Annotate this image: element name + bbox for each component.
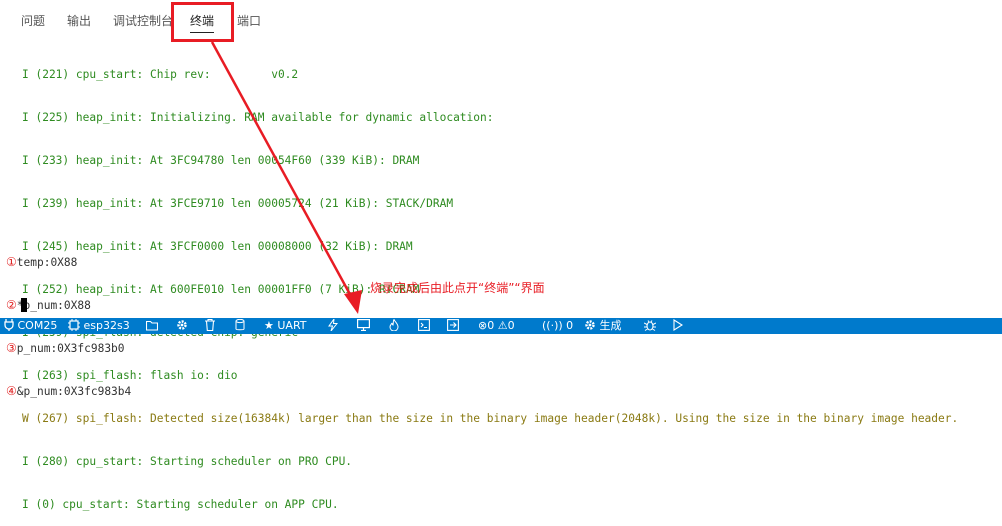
warning-icon: ⚠ — [497, 319, 508, 332]
annotation-marker: ③ — [6, 341, 17, 355]
port-selector[interactable]: COM25 — [4, 318, 57, 334]
output-text: p_num:0X3fc983b0 — [16, 342, 125, 355]
remote-indicator[interactable]: ((·)) 0 — [542, 318, 573, 334]
export-icon — [447, 319, 459, 331]
database-button[interactable] — [235, 318, 245, 334]
annotation-marker: ④ — [6, 384, 17, 398]
clean-button[interactable] — [205, 318, 215, 334]
remote-count: 0 — [566, 319, 574, 332]
output-line: ④&p_num:0X3fc983b4 — [6, 383, 131, 400]
output-line: ③p_num:0X3fc983b0 — [6, 340, 131, 357]
broadcast-icon: ((·)) — [542, 319, 563, 332]
database-icon — [235, 318, 245, 331]
bug-icon — [643, 320, 657, 331]
target-selector[interactable]: esp32s3 — [68, 318, 130, 334]
log-line: I (280) cpu_start: Starting scheduler on… — [22, 455, 353, 468]
flash-button[interactable] — [328, 317, 339, 334]
uart-label: UART — [277, 319, 307, 332]
terminal-button[interactable] — [418, 318, 430, 334]
lightning-icon — [328, 317, 339, 332]
folder-icon — [145, 320, 159, 331]
gear-icon — [177, 320, 187, 330]
problems-indicator[interactable]: ⊗0 ⚠0 — [478, 318, 515, 334]
monitor-icon — [357, 319, 371, 332]
chip-icon — [68, 319, 80, 331]
error-icon: ⊗ — [478, 319, 488, 332]
gear-icon — [585, 320, 595, 330]
trash-icon — [205, 318, 215, 332]
flash-method-selector[interactable]: ★ UART — [264, 318, 307, 334]
status-bar: COM25 esp32s3 ★ UART ⊗0 ⚠0 ((·)) 0 生成 — [0, 317, 1002, 334]
target-label: esp32s3 — [83, 319, 130, 332]
port-label: COM25 — [17, 319, 58, 332]
monitor-button[interactable] — [357, 318, 371, 334]
annotation-text: 烧录完成后由此点开“终端”“界面 — [370, 281, 545, 295]
run-button[interactable] — [673, 318, 684, 334]
folder-button[interactable] — [145, 318, 159, 334]
log-line: I (263) spi_flash: flash io: dio — [22, 369, 238, 382]
error-count: 0 — [487, 319, 495, 332]
warning-count: 0 — [507, 319, 515, 332]
star-icon: ★ — [264, 319, 274, 332]
terminal-icon — [418, 319, 430, 331]
debug-button[interactable] — [447, 318, 459, 334]
log-line-warning: W (267) spi_flash: Detected size(16384k)… — [22, 412, 959, 425]
debug-bug-button[interactable] — [643, 318, 657, 334]
build-flash-monitor-button[interactable] — [389, 318, 399, 334]
output-text: &p_num:0X3fc983b4 — [16, 385, 132, 398]
build-button[interactable]: 生成 — [584, 318, 622, 334]
plug-icon — [4, 319, 14, 331]
settings-button[interactable] — [176, 318, 188, 334]
log-line: I (0) cpu_start: Starting scheduler on A… — [22, 498, 339, 511]
flame-icon — [389, 318, 399, 332]
build-label: 生成 — [599, 319, 622, 332]
play-icon — [673, 319, 684, 331]
